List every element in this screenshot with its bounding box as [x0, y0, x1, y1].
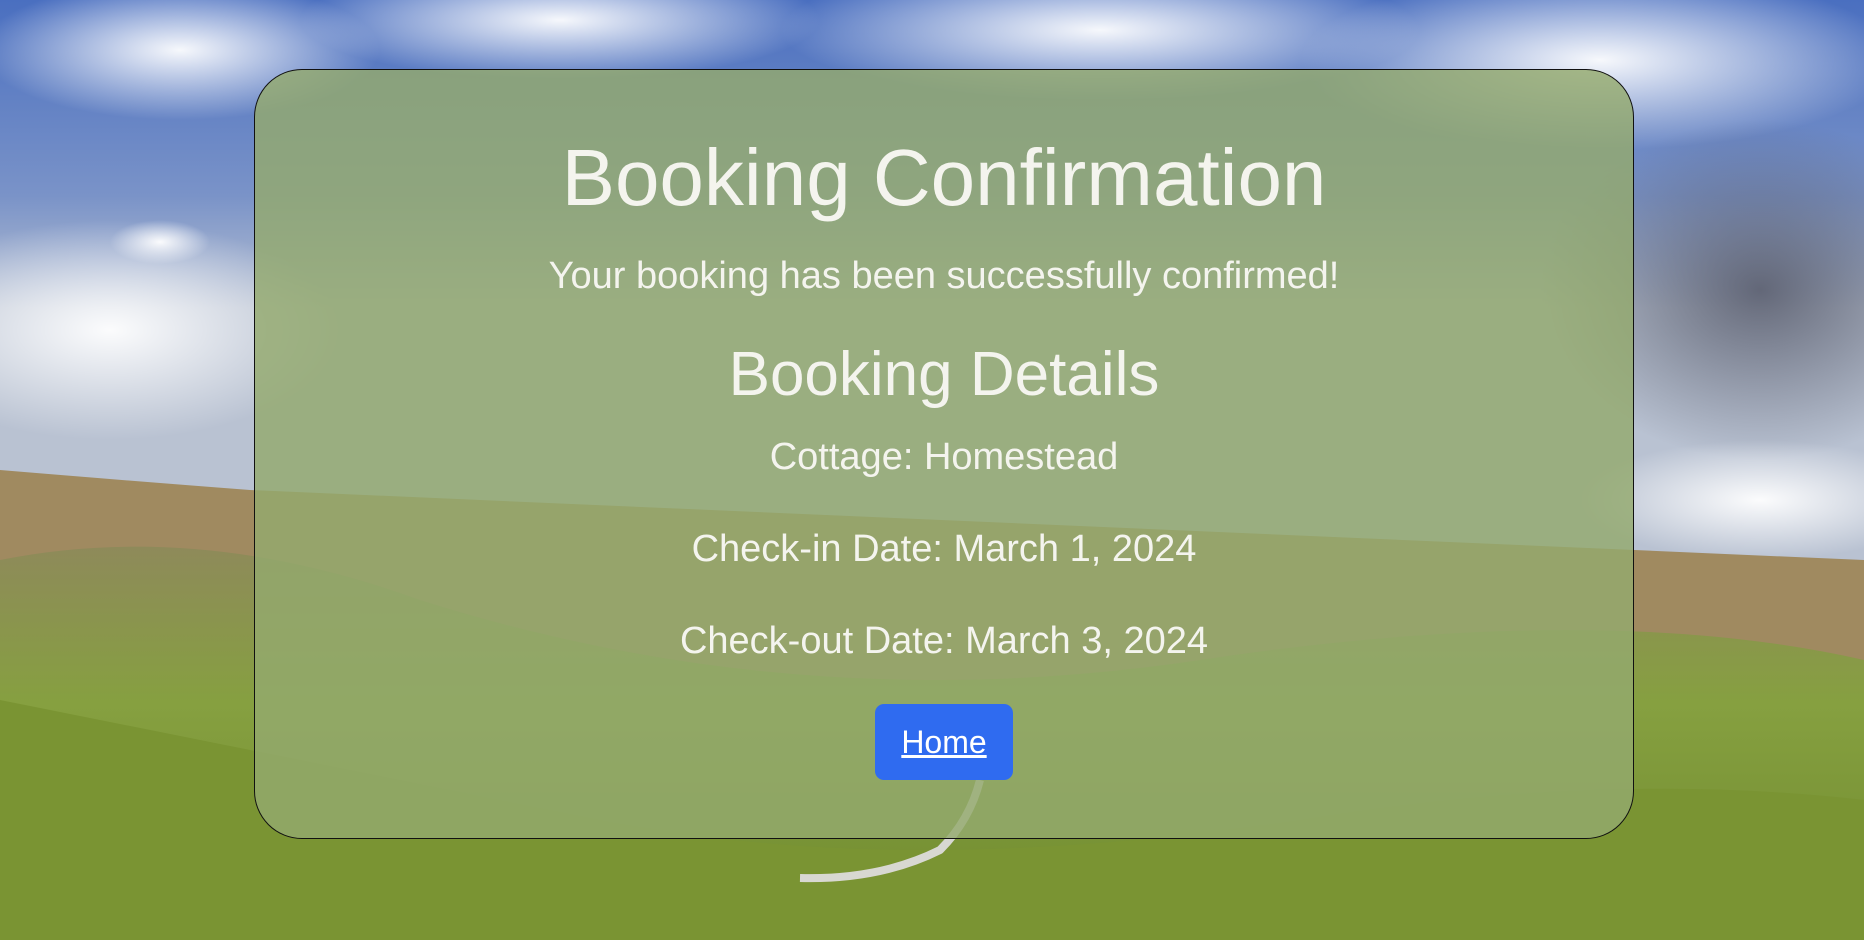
booking-confirmation-card: Booking Confirmation Your booking has be…: [254, 69, 1634, 839]
confirmation-message: Your booking has been successfully confi…: [548, 255, 1340, 297]
check-out-detail: Check-out Date: March 3, 2024: [679, 620, 1209, 662]
booking-details-heading: Booking Details: [728, 340, 1160, 409]
page-title: Booking Confirmation: [561, 133, 1327, 222]
cottage-detail: Cottage: Homestead: [769, 436, 1119, 478]
home-button[interactable]: Home: [875, 704, 1013, 780]
check-in-detail: Check-in Date: March 1, 2024: [691, 528, 1197, 570]
